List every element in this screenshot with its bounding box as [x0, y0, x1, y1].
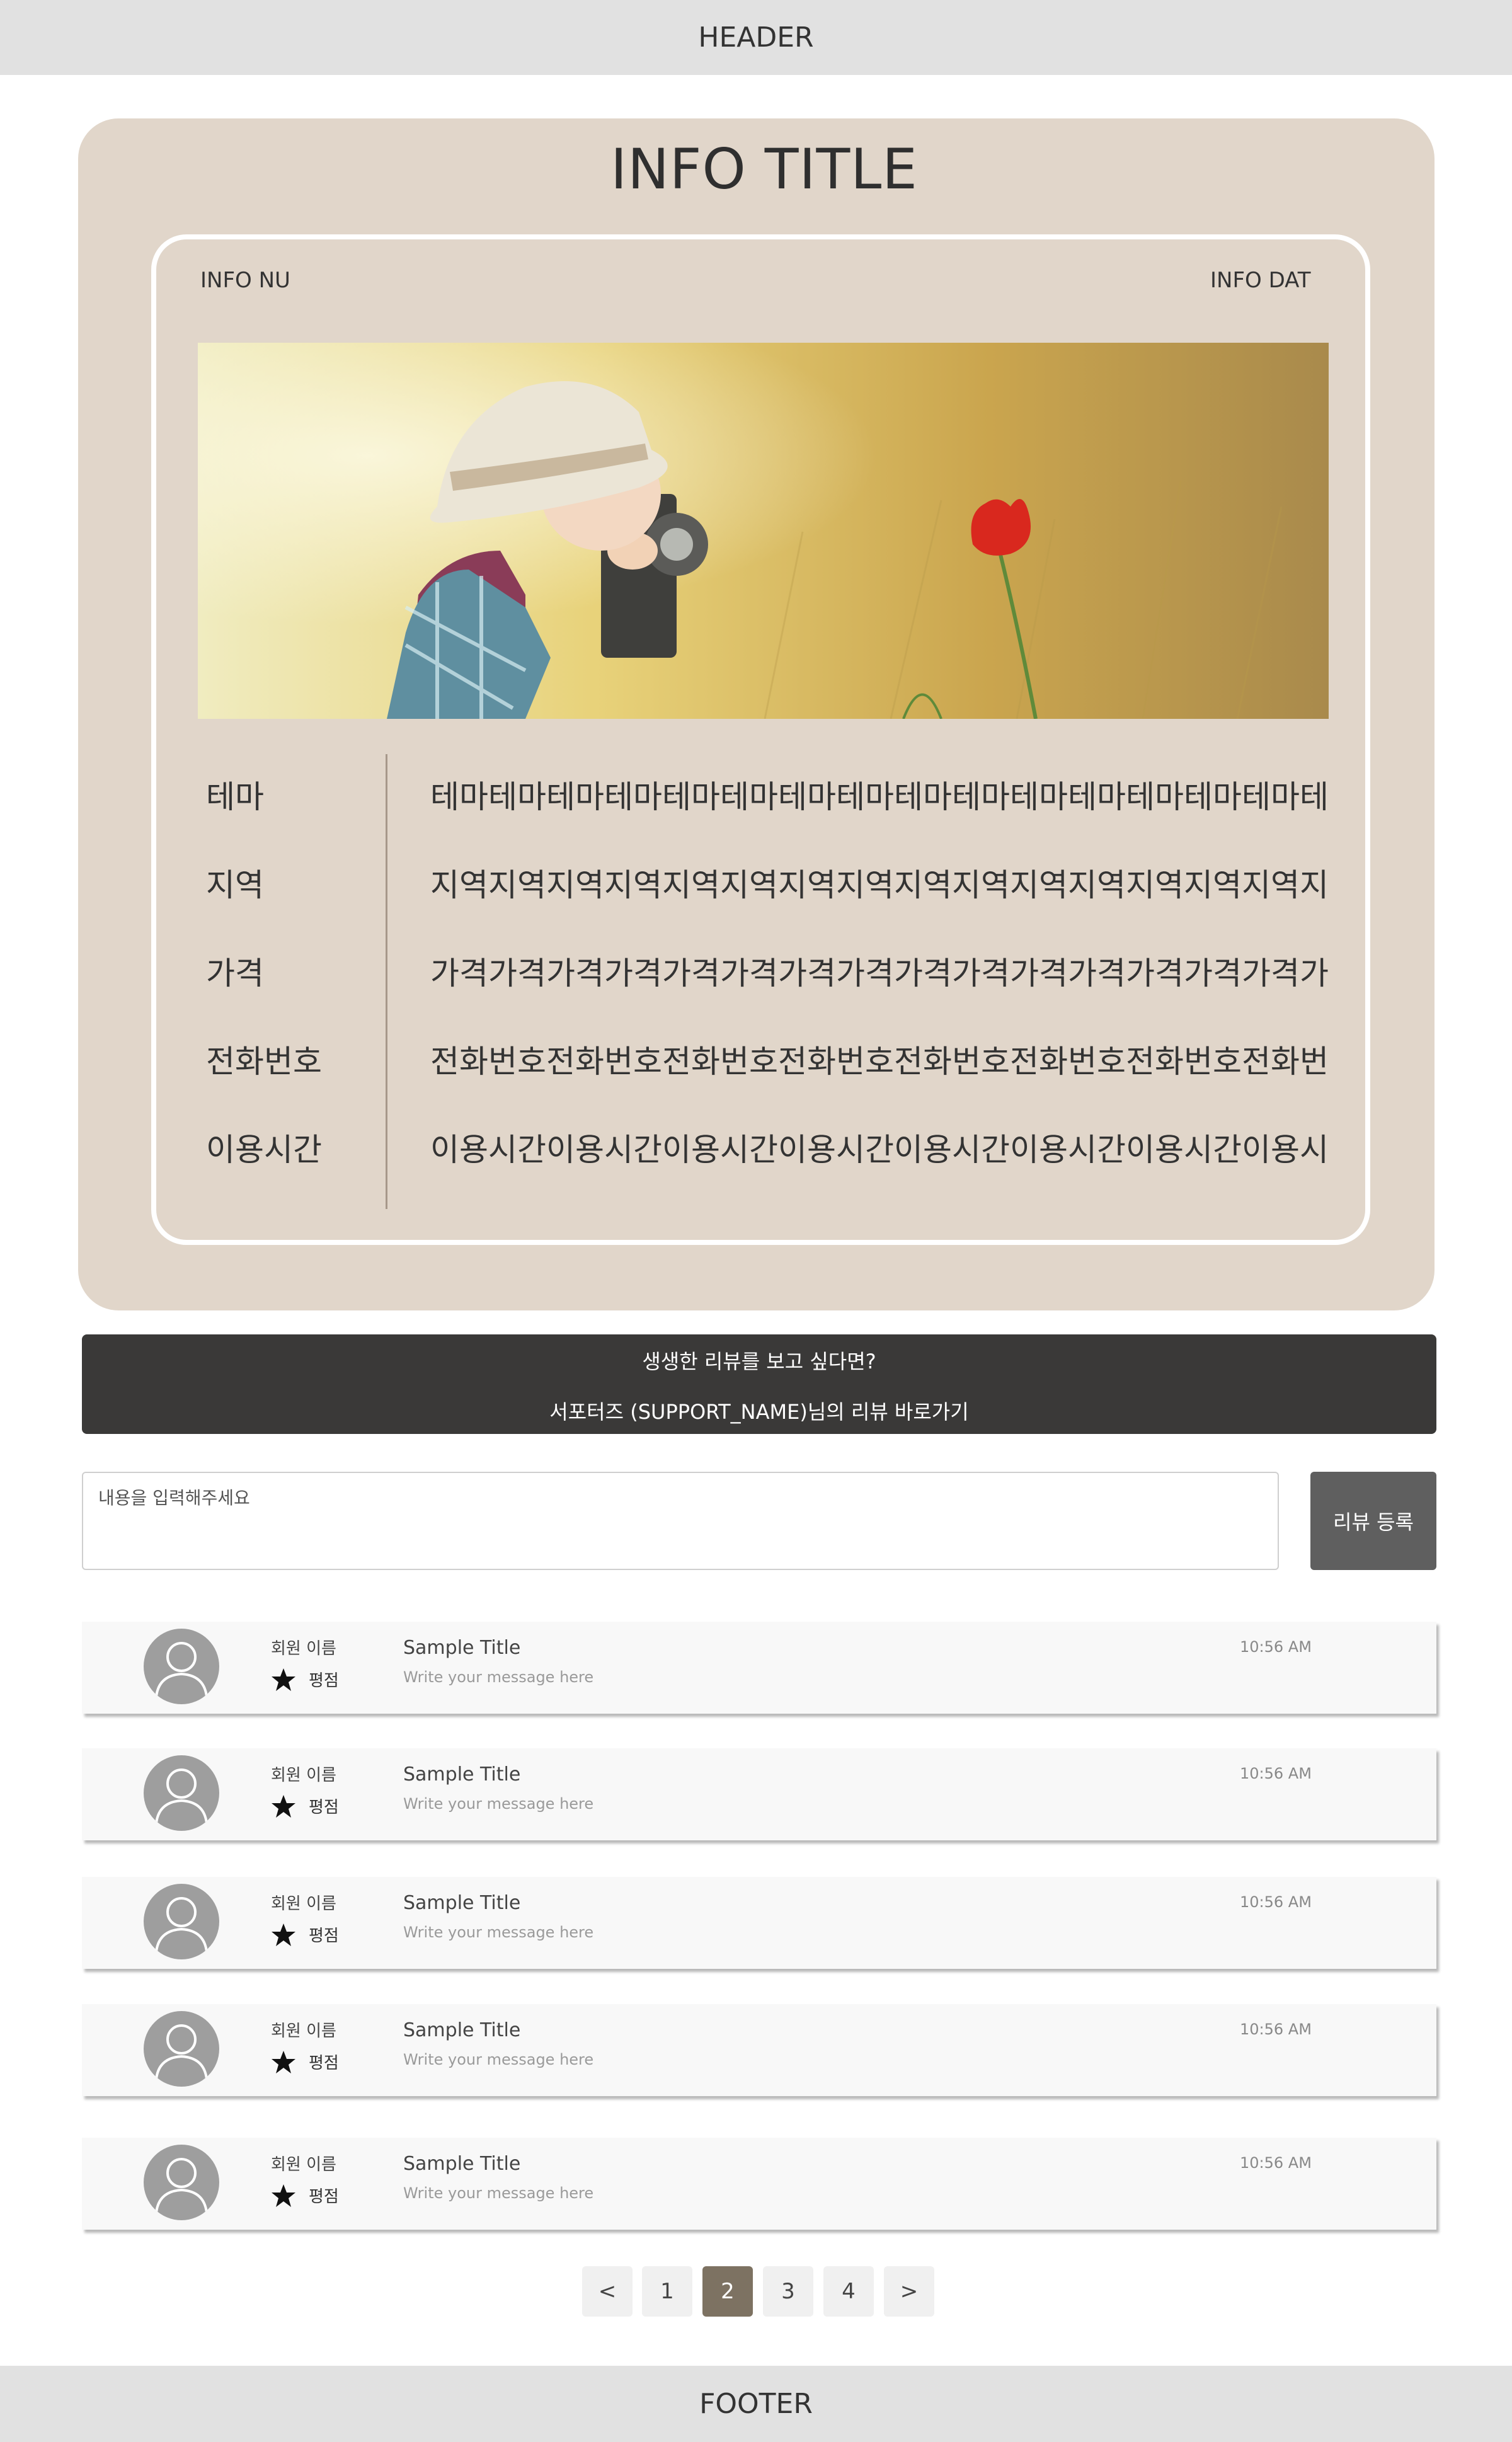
review-time: 10:56 AM — [1240, 1638, 1312, 1656]
info-row-label-phone: 전화번호 — [206, 1043, 322, 1080]
rating-label: 평점 — [309, 1927, 339, 1946]
rating-label: 평점 — [309, 1671, 339, 1690]
review-message: Write your message here — [403, 2051, 594, 2068]
review-time: 10:56 AM — [1240, 2021, 1312, 2038]
rating-label: 평점 — [309, 1798, 339, 1817]
info-row-value-theme: 테마테마테마테마테마테마테마테마테마테마테마테마테마테마테마테 — [430, 779, 1329, 815]
pagination-page-1[interactable]: 1 — [642, 2266, 692, 2317]
info-row-label-theme: 테마 — [206, 779, 264, 815]
star-icon — [272, 1795, 295, 1818]
review-time: 10:56 AM — [1240, 1893, 1312, 1911]
review-item: 회원 이름 평점 Sample Title Write your message… — [82, 1622, 1436, 1714]
member-name: 회원 이름 — [271, 2155, 336, 2174]
page-footer: FOOTER — [0, 2366, 1512, 2442]
review-time: 10:56 AM — [1240, 1765, 1312, 1782]
rating-label: 평점 — [309, 2054, 339, 2073]
header-label: HEADER — [698, 21, 814, 54]
supporter-review-banner[interactable]: 생생한 리뷰를 보고 싶다면? 서포터즈 (SUPPORT_NAME)님의 리뷰… — [82, 1334, 1436, 1434]
footer-label: FOOTER — [699, 2388, 813, 2420]
pagination-page-2-current[interactable]: 2 — [702, 2266, 753, 2317]
info-row-value-phone: 전화번호전화번호전화번호전화번호전화번호전화번호전화번호전화번 — [430, 1043, 1329, 1080]
info-row-label-price: 가격 — [206, 955, 264, 992]
member-name: 회원 이름 — [271, 1895, 336, 1913]
info-date: INFO DAT — [1210, 268, 1311, 293]
info-number: INFO NU — [200, 268, 290, 293]
review-item: 회원 이름 평점 Sample Title Write your message… — [82, 1877, 1436, 1969]
info-divider — [386, 754, 387, 1209]
review-input[interactable]: 내용을 입력해주세요 — [82, 1472, 1279, 1570]
pagination-prev-button[interactable]: < — [582, 2266, 633, 2317]
pagination-page-4[interactable]: 4 — [823, 2266, 874, 2317]
banner-link[interactable]: 서포터즈 (SUPPORT_NAME)님의 리뷰 바로가기 — [82, 1396, 1436, 1425]
star-icon — [272, 2051, 295, 2073]
avatar-icon — [144, 1884, 219, 1959]
review-item: 회원 이름 평점 Sample Title Write your message… — [82, 2004, 1436, 2096]
info-row-label-region: 지역 — [206, 867, 264, 903]
banner-question: 생생한 리뷰를 보고 싶다면? — [642, 1350, 876, 1373]
review-submit-button[interactable]: 리뷰 등록 — [1310, 1472, 1436, 1570]
star-icon — [272, 1668, 295, 1691]
review-item: 회원 이름 평점 Sample Title Write your message… — [82, 1748, 1436, 1840]
member-name: 회원 이름 — [271, 2022, 336, 2041]
info-title: INFO TITLE — [610, 137, 918, 202]
star-icon — [272, 1923, 295, 1946]
review-title: Sample Title — [403, 1637, 521, 1659]
avatar-icon — [144, 2011, 219, 2087]
review-message: Write your message here — [403, 2184, 594, 2202]
review-title: Sample Title — [403, 2019, 521, 2041]
member-name: 회원 이름 — [271, 1639, 336, 1658]
info-row-value-region: 지역지역지역지역지역지역지역지역지역지역지역지역지역지역지역지 — [430, 867, 1329, 903]
info-row-value-price: 가격가격가격가격가격가격가격가격가격가격가격가격가격가격가격가 — [430, 955, 1329, 992]
star-icon — [272, 2184, 295, 2207]
review-title: Sample Title — [403, 1892, 521, 1914]
member-name: 회원 이름 — [271, 1766, 336, 1785]
info-row-label-hours: 이용시간 — [206, 1132, 322, 1168]
page-header: HEADER — [0, 0, 1512, 75]
review-title: Sample Title — [403, 2153, 521, 2175]
review-item: 회원 이름 평점 Sample Title Write your message… — [82, 2138, 1436, 2230]
info-row-value-hours: 이용시간이용시간이용시간이용시간이용시간이용시간이용시간이용시 — [430, 1132, 1329, 1168]
review-title: Sample Title — [403, 1763, 521, 1786]
rating-label: 평점 — [309, 2187, 339, 2206]
review-message: Write your message here — [403, 1795, 594, 1813]
info-photo — [198, 343, 1329, 719]
avatar-icon — [144, 1629, 219, 1704]
review-time: 10:56 AM — [1240, 2154, 1312, 2172]
pagination-next-button[interactable]: > — [884, 2266, 934, 2317]
avatar-icon — [144, 2145, 219, 2220]
review-message: Write your message here — [403, 1923, 594, 1941]
avatar-icon — [144, 1755, 219, 1831]
pagination-page-3[interactable]: 3 — [763, 2266, 813, 2317]
review-message: Write your message here — [403, 1668, 594, 1686]
